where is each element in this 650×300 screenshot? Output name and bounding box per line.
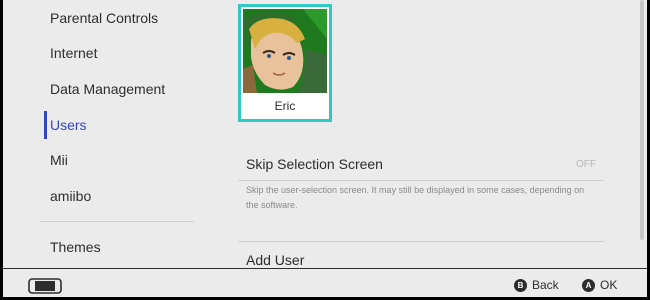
active-indicator: [44, 111, 47, 139]
sidebar-item-mii[interactable]: Mii: [50, 145, 68, 175]
sidebar-item-data-management[interactable]: Data Management: [50, 74, 165, 104]
skip-selection-description-block: Skip the user-selection screen. It may s…: [238, 183, 604, 219]
sidebar-item-label: Data Management: [50, 81, 166, 97]
sidebar-item-label: Users: [50, 117, 87, 133]
user-card-eric[interactable]: Eric: [238, 4, 332, 122]
main-pane: Eric Skip Selection Screen OFF Skip the …: [208, 0, 650, 268]
footer-bar: B Back A OK: [0, 268, 650, 300]
row-divider: [238, 241, 604, 242]
a-button-icon: A: [582, 278, 595, 292]
sidebar-item-parental-controls[interactable]: Parental Controls: [50, 3, 158, 33]
scrollbar[interactable]: [640, 0, 644, 240]
link-avatar-icon: [243, 9, 327, 93]
b-button-icon: B: [514, 278, 527, 292]
ok-label: OK: [600, 278, 618, 292]
user-name: Eric: [274, 99, 296, 113]
sidebar-item-internet[interactable]: Internet: [50, 38, 97, 68]
back-label: Back: [532, 278, 559, 292]
add-user-label: Add User: [246, 252, 305, 268]
add-user-row[interactable]: Add User: [238, 241, 604, 268]
sidebar-nav: Parental Controls Internet Data Manageme…: [0, 0, 208, 268]
skip-selection-toggle-value: OFF: [576, 159, 596, 170]
sidebar-item-themes[interactable]: Themes: [50, 232, 101, 262]
ok-button[interactable]: A OK: [582, 277, 617, 293]
row-divider: [238, 180, 604, 181]
sidebar-item-label: Mii: [50, 152, 68, 168]
sidebar-item-amiibo[interactable]: amiibo: [50, 181, 91, 211]
console-icon: [28, 278, 62, 299]
sidebar-item-label: Internet: [50, 45, 98, 61]
skip-selection-row[interactable]: Skip Selection Screen OFF: [238, 150, 604, 181]
back-button[interactable]: B Back: [514, 277, 559, 293]
sidebar-item-users[interactable]: Users: [50, 110, 87, 140]
sidebar-item-label: Parental Controls: [50, 10, 159, 26]
skip-selection-label: Skip Selection Screen: [246, 156, 383, 172]
sidebar-item-label: Themes: [50, 239, 101, 255]
sidebar-item-label: amiibo: [50, 188, 92, 204]
skip-selection-description: Skip the user-selection screen. It may s…: [246, 185, 585, 210]
sidebar-divider: [40, 221, 194, 222]
